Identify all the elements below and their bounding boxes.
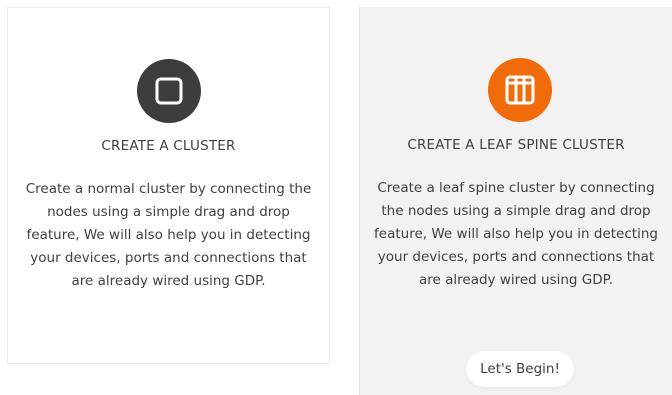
card-description: Create a leaf spine cluster by connectin… xyxy=(360,177,672,292)
description-line: nodes using a simple drag and drop xyxy=(47,204,290,220)
square-icon xyxy=(155,77,183,105)
card-title: CREATE A LEAF SPINE CLUSTER xyxy=(407,137,625,153)
card-title: CREATE A CLUSTER xyxy=(101,138,236,154)
description-line: your devices, ports and connections that xyxy=(377,249,655,265)
description-line: feature, We will also help you in detect… xyxy=(26,227,311,243)
description-line: Create a normal cluster by connecting th… xyxy=(25,181,312,197)
description-line: Create a leaf spine cluster by connectin… xyxy=(377,180,655,196)
create-cluster-card[interactable]: CREATE A CLUSTER Create a normal cluster… xyxy=(7,7,330,364)
description-line: the nodes using a simple drag and drop xyxy=(381,203,651,219)
leaf-spine-icon xyxy=(505,75,535,105)
cluster-type-chooser: CREATE A CLUSTER Create a normal cluster… xyxy=(0,0,672,395)
description-line: your devices, ports and connections that xyxy=(30,250,307,266)
lets-begin-button[interactable]: Let's Begin! xyxy=(466,351,574,387)
cluster-icon-circle xyxy=(137,59,201,123)
description-line: are already wired using GDP. xyxy=(419,272,613,288)
card-description: Create a normal cluster by connecting th… xyxy=(8,178,329,293)
description-line: are already wired using GDP. xyxy=(71,273,266,289)
leaf-spine-icon-circle xyxy=(488,58,552,122)
description-line: feature, We will also help you in detect… xyxy=(374,226,658,242)
create-leaf-spine-cluster-card[interactable]: CREATE A LEAF SPINE CLUSTER Create a lea… xyxy=(359,7,672,395)
